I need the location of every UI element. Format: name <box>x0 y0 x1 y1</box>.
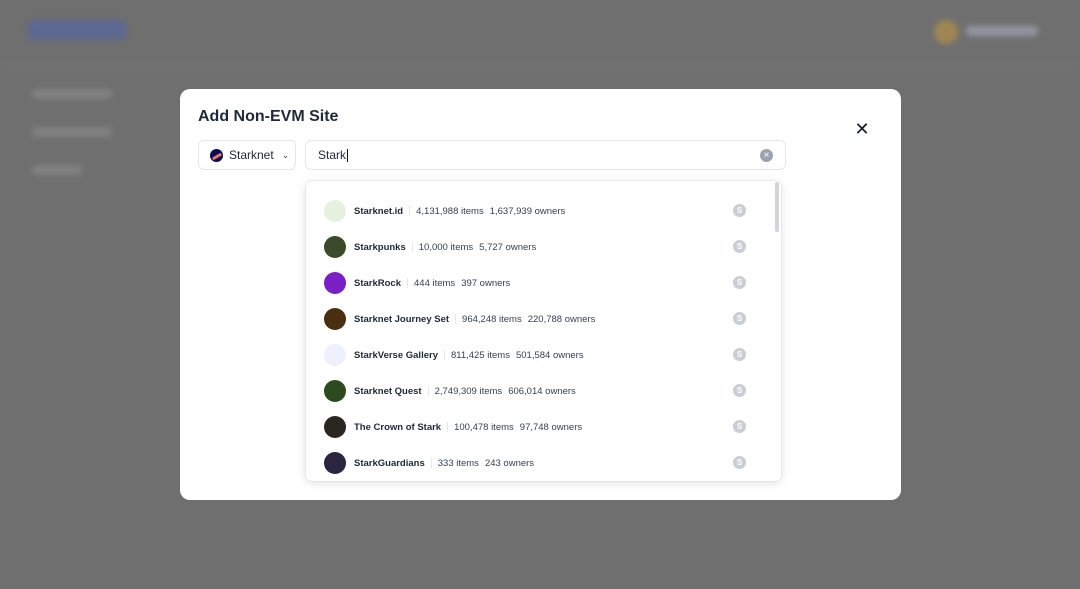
collection-name: Starknet Quest <box>354 385 422 397</box>
divider <box>455 314 457 324</box>
divider <box>407 278 408 288</box>
divider <box>443 350 445 360</box>
collection-items-count: 811,425 items <box>450 349 510 361</box>
collection-items-count: 2,749,309 items <box>434 385 503 397</box>
starknet-logo-icon <box>210 148 223 162</box>
collection-name: StarkVerse Gallery <box>354 349 438 361</box>
collection-owners-count: 220,788 owners <box>527 313 596 325</box>
collection-owners-count: 5,727 owners <box>479 241 537 253</box>
collection-name: The Crown of Stark <box>354 421 442 433</box>
starknet-badge-icon: S <box>733 240 746 253</box>
collection-avatar <box>324 200 346 222</box>
result-item[interactable]: Starknet.id 4,131,988 items 1,637,939 owne… <box>324 198 756 224</box>
scrollbar[interactable] <box>773 181 781 481</box>
sidebar <box>0 67 172 589</box>
starknet-badge-icon: S <box>733 348 746 361</box>
result-item[interactable]: StarkRock 444 items 397 owners S <box>324 270 756 296</box>
result-item[interactable]: StarkGuardians 333 items 243 owners S <box>324 450 756 476</box>
result-item[interactable]: Starknet Journey Set 964,248 items 220,788… <box>324 306 756 332</box>
app-logo <box>28 20 126 40</box>
collection-avatar <box>324 416 346 438</box>
result-item[interactable]: StarkVerse Gallery 811,425 items 501,584 o… <box>324 342 756 368</box>
starknet-badge-icon: S <box>733 420 746 433</box>
starknet-badge-icon: S <box>733 456 746 469</box>
user-name-placeholder <box>966 26 1038 36</box>
sidebar-item <box>32 89 112 99</box>
chain-select-value: Starknet <box>229 148 274 162</box>
collection-owners-count: 97,748 owners <box>519 421 583 433</box>
starknet-badge-icon: S <box>733 276 746 289</box>
collection-name: StarkRock <box>354 277 401 289</box>
add-non-evm-site-modal: Add Non-EVM Site ✕ Starknet ⌄ Stark × St… <box>180 89 901 500</box>
collection-name: Starknet Journey Set <box>354 313 450 325</box>
starknet-badge-icon: S <box>733 204 746 217</box>
starknet-badge-icon: S <box>733 312 746 325</box>
collection-items-count: 100,478 items <box>454 421 514 433</box>
starknet-badge-icon: S <box>733 384 746 397</box>
divider <box>411 242 413 252</box>
collection-avatar <box>324 344 346 366</box>
collection-avatar <box>324 452 346 474</box>
collection-owners-count: 501,584 owners <box>515 349 584 361</box>
clear-icon[interactable]: × <box>760 149 773 162</box>
search-input[interactable]: Stark × <box>305 140 786 170</box>
search-input-value[interactable]: Stark <box>318 148 346 162</box>
collection-avatar <box>324 380 346 402</box>
collection-name: StarkGuardians <box>354 457 425 469</box>
search-results-dropdown: Starknet.id 4,131,988 items 1,637,939 owne… <box>306 181 781 481</box>
collection-items-count: 10,000 items <box>418 241 474 253</box>
collection-name: Starknet.id <box>354 205 404 217</box>
result-item[interactable]: Starknet Quest 2,749,309 items 606,014 own… <box>324 378 756 404</box>
user-avatar <box>934 20 958 44</box>
sidebar-item <box>32 127 112 137</box>
sidebar-item <box>32 165 82 175</box>
collection-name: Starkpunks <box>354 241 406 253</box>
chevron-down-icon: ⌄ <box>281 149 290 160</box>
collection-items-count: 444 items <box>414 277 456 289</box>
result-item[interactable]: Starkpunks 10,000 items 5,727 owners S <box>324 234 756 260</box>
collection-owners-count: 606,014 owners <box>508 385 576 397</box>
collection-avatar <box>324 236 346 258</box>
divider <box>447 422 449 432</box>
divider <box>409 206 411 216</box>
result-item[interactable]: The Crown of Stark 100,478 items 97,748 ow… <box>324 414 756 440</box>
collection-avatar <box>324 272 346 294</box>
collection-items-count: 4,131,988 items <box>416 205 484 217</box>
collection-avatar <box>324 308 346 330</box>
collection-owners-count: 1,637,939 owners <box>489 205 566 217</box>
scrollbar-thumb[interactable] <box>775 182 779 232</box>
collection-items-count: 964,248 items <box>462 313 522 325</box>
close-icon[interactable]: ✕ <box>852 119 872 139</box>
divider <box>427 386 429 396</box>
collection-items-count: 333 items <box>437 457 479 469</box>
divider <box>430 458 432 468</box>
modal-title: Add Non-EVM Site <box>198 108 339 125</box>
text-cursor <box>347 148 349 162</box>
chain-select[interactable]: Starknet ⌄ <box>198 140 296 170</box>
collection-owners-count: 397 owners <box>461 277 511 289</box>
collection-owners-count: 243 owners <box>484 457 535 469</box>
